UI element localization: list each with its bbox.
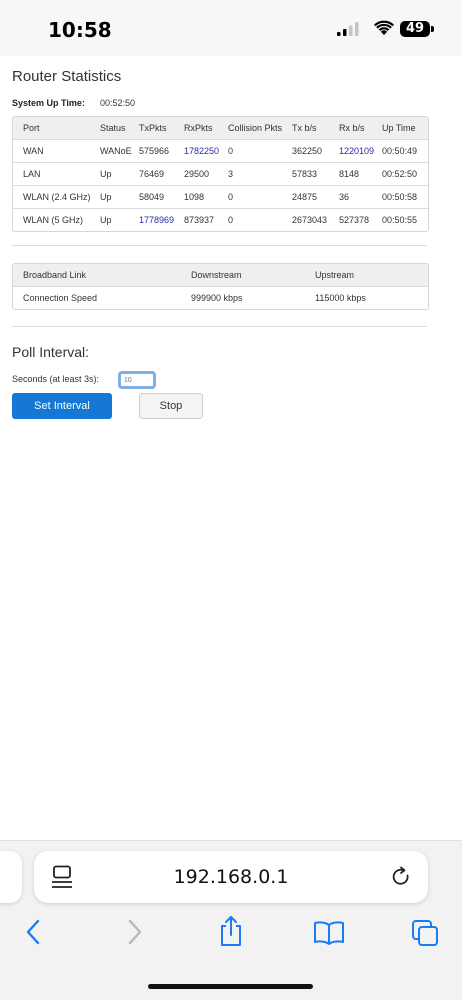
set-interval-button[interactable]: Set Interval	[12, 393, 112, 419]
cell-port: WLAN (2.4 GHz)	[23, 192, 91, 202]
forward-chevron-icon[interactable]	[124, 919, 144, 945]
cell-upstream: 115000 kbps	[315, 293, 366, 303]
table-row: WLAN (5 GHz) Up 1778969 873937 0 2673043…	[13, 208, 428, 231]
address-bar[interactable]: 192.168.0.1	[34, 851, 428, 903]
cell-rxpkts: 1098	[184, 192, 205, 202]
cell-tx-bps: 362250	[292, 146, 323, 156]
section-divider	[12, 245, 427, 246]
cell-connection-speed: Connection Speed	[23, 293, 98, 303]
cell-tx-bps: 57833	[292, 169, 318, 179]
clock: 10:58	[48, 18, 112, 42]
book-icon[interactable]	[313, 921, 345, 945]
cell-rxpkts: 873937	[184, 215, 215, 225]
table-header-row: Broadband Link Downstream Upstream	[13, 264, 428, 286]
cell-txpkts: 58049	[139, 192, 165, 202]
cell-tx-bps: 24875	[292, 192, 318, 202]
table-row: WLAN (2.4 GHz) Up 58049 1098 0 24875 36 …	[13, 185, 428, 208]
cell-up-time: 00:50:58	[382, 192, 418, 202]
cell-up-time: 00:50:49	[382, 146, 418, 156]
cell-txpkts-link[interactable]: 1778969	[139, 209, 174, 231]
battery-level: 49	[405, 21, 425, 36]
port-stats-table: Port Status TxPkts RxPkts Collision Pkts…	[12, 116, 429, 232]
cell-rx-bps: 527378	[339, 215, 370, 225]
cell-collision-pkts: 0	[228, 215, 234, 225]
back-chevron-icon[interactable]	[24, 919, 44, 945]
cell-port: WLAN (5 GHz)	[23, 215, 84, 225]
seconds-input[interactable]	[118, 371, 156, 389]
system-uptime-row: System Up Time: 00:52:50	[12, 98, 135, 108]
cell-up-time: 00:50:55	[382, 215, 418, 225]
cell-rxpkts-link[interactable]: 1782250	[184, 140, 219, 162]
cell-tx-bps: 2673043	[292, 215, 328, 225]
header-rxpkts: RxPkts	[184, 123, 213, 133]
safari-bottom-bar: 192.168.0.1	[0, 840, 462, 1000]
cell-rx-bps: 8148	[339, 169, 360, 179]
table-row: Connection Speed 999900 kbps 115000 kbps	[13, 286, 428, 309]
uptime-value: 00:52:50	[100, 98, 136, 108]
header-collision-pkts: Collision Pkts	[228, 123, 283, 133]
tabs-icon[interactable]	[411, 919, 439, 947]
cell-collision-pkts: 3	[228, 169, 234, 179]
home-indicator	[148, 984, 313, 989]
page-title: Router Statistics	[12, 68, 122, 85]
table-header-row: Port Status TxPkts RxPkts Collision Pkts…	[13, 117, 428, 139]
header-broadband-link: Broadband Link	[23, 270, 87, 280]
cellular-signal-icon	[337, 22, 359, 36]
header-port: Port	[23, 123, 40, 133]
cell-downstream: 999900 kbps	[191, 293, 243, 303]
previous-tab-card[interactable]	[0, 851, 22, 903]
table-row: WAN WANoE 575966 1782250 0 362250 122010…	[13, 139, 428, 162]
cell-txpkts: 575966	[139, 146, 170, 156]
cell-rx-bps: 36	[339, 192, 350, 202]
header-upstream: Upstream	[315, 270, 355, 280]
cell-collision-pkts: 0	[228, 146, 234, 156]
cell-rxpkts: 29500	[184, 169, 210, 179]
uptime-label: System Up Time:	[12, 98, 85, 108]
seconds-label: Seconds (at least 3s):	[12, 374, 100, 384]
cell-status: WANoE	[100, 146, 132, 156]
header-downstream: Downstream	[191, 270, 242, 280]
reload-icon[interactable]	[390, 866, 412, 888]
header-status: Status	[100, 123, 126, 133]
cell-port: LAN	[23, 169, 41, 179]
section-divider	[12, 326, 427, 327]
url-text[interactable]: 192.168.0.1	[34, 866, 428, 888]
cell-status: Up	[100, 215, 112, 225]
share-icon[interactable]	[218, 915, 244, 947]
cell-rx-bps-link[interactable]: 1220109	[339, 140, 374, 162]
stop-button[interactable]: Stop	[139, 393, 203, 419]
cell-status: Up	[100, 192, 112, 202]
cell-status: Up	[100, 169, 112, 179]
header-txpkts: TxPkts	[139, 123, 167, 133]
header-up-time: Up Time	[382, 123, 416, 133]
cell-txpkts: 76469	[139, 169, 165, 179]
cell-up-time: 00:52:50	[382, 169, 418, 179]
wifi-icon	[374, 20, 394, 35]
battery-icon: 49	[400, 21, 430, 37]
battery-tip	[431, 26, 434, 32]
poll-interval-title: Poll Interval:	[12, 344, 90, 360]
cell-port: WAN	[23, 146, 44, 156]
broadband-table: Broadband Link Downstream Upstream Conne…	[12, 263, 429, 310]
cell-collision-pkts: 0	[228, 192, 234, 202]
header-tx-bps: Tx b/s	[292, 123, 317, 133]
status-bar: 10:58 49	[0, 0, 462, 56]
table-row: LAN Up 76469 29500 3 57833 8148 00:52:50	[13, 162, 428, 185]
header-rx-bps: Rx b/s	[339, 123, 365, 133]
